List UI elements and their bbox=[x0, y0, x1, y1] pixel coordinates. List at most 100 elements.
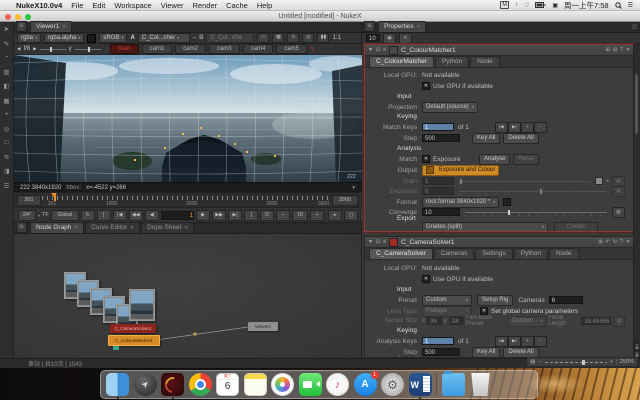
tab-node[interactable]: Node bbox=[470, 56, 500, 67]
tab-node-graph[interactable]: Node Graph✕ bbox=[30, 222, 84, 233]
dock-system-preferences-icon[interactable]: ⚙ bbox=[381, 373, 404, 396]
info-caret-icon[interactable]: ▼ bbox=[352, 185, 356, 190]
monitor-out-icon[interactable]: ▭ bbox=[257, 33, 269, 43]
range-mode-dropdown[interactable]: Global bbox=[51, 210, 79, 221]
views-menu-icon[interactable]: ◨ bbox=[3, 167, 9, 175]
collapse-icon[interactable]: ▼ bbox=[368, 47, 373, 53]
colorspace-dropdown[interactable]: sRGB▾ bbox=[99, 33, 127, 43]
view-cam5-button[interactable]: cam5 bbox=[276, 44, 307, 54]
menu-help[interactable]: Help bbox=[257, 1, 272, 10]
collapse-icon[interactable]: ▼ bbox=[368, 239, 373, 245]
tab-colourmatcher[interactable]: C_ColourMatcher bbox=[369, 56, 434, 67]
frame-decrement-icon[interactable]: − bbox=[276, 210, 290, 221]
refresh-icon[interactable]: ↻ bbox=[287, 33, 299, 43]
tab-settings[interactable]: Settings bbox=[475, 248, 513, 259]
delete-key-icon[interactable]: − bbox=[534, 122, 547, 133]
gain-curve-icon[interactable]: ▤ bbox=[612, 176, 625, 187]
heart-icon[interactable]: ♡ bbox=[524, 2, 529, 9]
close-panel-icon[interactable]: ✕ bbox=[626, 47, 630, 53]
gamma-slider[interactable] bbox=[75, 49, 101, 50]
gain-field[interactable]: 1 bbox=[422, 177, 454, 185]
colour-matcher-node[interactable]: C_ColourMatcher1 bbox=[108, 335, 160, 346]
step-back-icon[interactable]: ◀ bbox=[145, 210, 159, 221]
goto-end-icon[interactable]: ] bbox=[244, 210, 258, 221]
cameras-field[interactable]: 6 bbox=[549, 296, 583, 304]
tab-camerasolver[interactable]: C_CameraSolver bbox=[369, 248, 433, 259]
menu-app-name[interactable]: NukeX10.0v4 bbox=[16, 1, 62, 10]
prev-keyframe-icon[interactable]: |◀ bbox=[113, 210, 127, 221]
converge-anim-icon[interactable]: ▤ bbox=[612, 207, 625, 218]
gain-color-wheel-icon[interactable]: ● bbox=[606, 178, 609, 184]
node-color-chip[interactable] bbox=[389, 238, 398, 247]
tab-properties[interactable]: Properties✕ bbox=[378, 21, 426, 32]
dock-facetime-icon[interactable] bbox=[299, 373, 322, 396]
dock-calendar-icon[interactable]: 周三6 bbox=[216, 373, 239, 396]
gain-slider[interactable] bbox=[459, 181, 590, 182]
dock-nuke-icon[interactable] bbox=[161, 373, 184, 396]
battery-icon[interactable] bbox=[535, 2, 546, 8]
undo-icon[interactable]: ↶ bbox=[606, 239, 610, 245]
gain-next-icon[interactable]: ▶ bbox=[33, 46, 36, 52]
wipe-brush-icon[interactable]: ✎ bbox=[310, 46, 315, 53]
alpha-layer-dropdown[interactable]: rgba.alpha▾ bbox=[44, 33, 84, 43]
dock-chrome-icon[interactable] bbox=[189, 373, 212, 396]
delete-all-button[interactable]: Delete All bbox=[503, 133, 538, 144]
keyer-menu-icon[interactable]: + bbox=[5, 111, 9, 118]
menu-render[interactable]: Render bbox=[193, 1, 218, 10]
max-panels-field[interactable]: 10 bbox=[366, 34, 380, 42]
select-tool-icon[interactable]: ➤ bbox=[4, 25, 9, 33]
goto-start-icon[interactable]: [ bbox=[97, 210, 111, 221]
gain-fstop-label[interactable]: f/8 bbox=[23, 46, 30, 52]
node-color-chip[interactable] bbox=[389, 46, 398, 55]
reset-button[interactable]: Reset bbox=[513, 154, 539, 165]
float-panel-icon[interactable]: ⊞ bbox=[606, 47, 610, 53]
play-backward-icon[interactable]: ◀◀ bbox=[129, 210, 143, 221]
analysis-keys-field[interactable]: 1 bbox=[422, 337, 454, 345]
node-menu-icon[interactable]: ≡ bbox=[383, 239, 386, 245]
properties-scrollbar[interactable]: ▲ ▼ bbox=[633, 44, 640, 358]
timeline-ruler[interactable] bbox=[42, 196, 330, 200]
analyse-button[interactable]: Analyse bbox=[479, 154, 510, 165]
play-forward-icon[interactable]: ▶▶ bbox=[212, 210, 226, 221]
pane-float-icon[interactable]: ◫ bbox=[632, 24, 637, 30]
step-field[interactable]: 500 bbox=[422, 134, 460, 142]
view-cam3-button[interactable]: cam3 bbox=[209, 44, 240, 54]
roi-icon[interactable]: ◎ bbox=[302, 33, 314, 43]
prev-key-icon[interactable]: |◀ bbox=[495, 336, 508, 347]
zoom-slider[interactable] bbox=[545, 362, 607, 363]
key-all-button[interactable]: Key All bbox=[472, 347, 500, 358]
notification-center-icon[interactable]: ☰ bbox=[628, 2, 633, 9]
draw-tool-icon[interactable]: ✎ bbox=[4, 40, 9, 48]
pane-menu-icon[interactable]: ⊞ bbox=[16, 222, 27, 233]
transform-menu-icon[interactable]: □ bbox=[5, 139, 9, 146]
view-cam4-button[interactable]: cam4 bbox=[243, 44, 274, 54]
use-gpu-checkbox[interactable]: ✕ bbox=[422, 82, 430, 90]
exposure-slider[interactable] bbox=[459, 191, 607, 192]
frame-increment-icon[interactable]: + bbox=[310, 210, 324, 221]
use-gpu-checkbox[interactable]: ✕ bbox=[422, 275, 430, 283]
close-icon[interactable]: ✕ bbox=[62, 22, 66, 32]
close-icon[interactable]: ✕ bbox=[184, 223, 188, 233]
export-dropdown[interactable]: Grades (split)▾ bbox=[422, 222, 548, 233]
input-a-dropdown[interactable]: C_Col...cher▾ bbox=[138, 33, 190, 43]
node-graph-canvas[interactable]: C_CameraSolver1 C_ColourMatcher1 Viewer1 bbox=[14, 234, 361, 358]
fullscreen-icon[interactable]: ▢ bbox=[344, 210, 358, 221]
scroll-up-icon[interactable]: ▲ bbox=[634, 343, 640, 350]
menubar-clock[interactable]: 周一上午7:58 bbox=[564, 0, 609, 11]
layer-dropdown[interactable]: rgba▾ bbox=[17, 33, 41, 43]
lens-type-dropdown[interactable]: Fisheye▾ bbox=[422, 306, 472, 317]
filter-menu-icon[interactable]: ▦ bbox=[3, 97, 9, 105]
lock-panels-icon[interactable]: ▣ bbox=[383, 33, 396, 44]
key-all-button[interactable]: Key All bbox=[472, 133, 500, 144]
fps-field[interactable]: 24* bbox=[18, 210, 36, 221]
clear-panels-icon[interactable]: ✕ bbox=[399, 33, 412, 44]
help-icon[interactable]: ? bbox=[620, 239, 623, 245]
wipe-color-swatch[interactable] bbox=[87, 34, 96, 43]
focal-length-field[interactable]: 16.48456 bbox=[581, 317, 611, 325]
dock-downloads-folder-icon[interactable] bbox=[442, 373, 465, 396]
setup-rig-button[interactable]: Setup Rig bbox=[477, 295, 513, 306]
viewer-image[interactable]: 222 bbox=[14, 55, 362, 182]
tab-node[interactable]: Node bbox=[549, 248, 579, 259]
gain-prev-icon[interactable]: ◀ bbox=[17, 46, 20, 52]
tab-viewer1[interactable]: Viewer1 ✕ bbox=[30, 21, 72, 32]
